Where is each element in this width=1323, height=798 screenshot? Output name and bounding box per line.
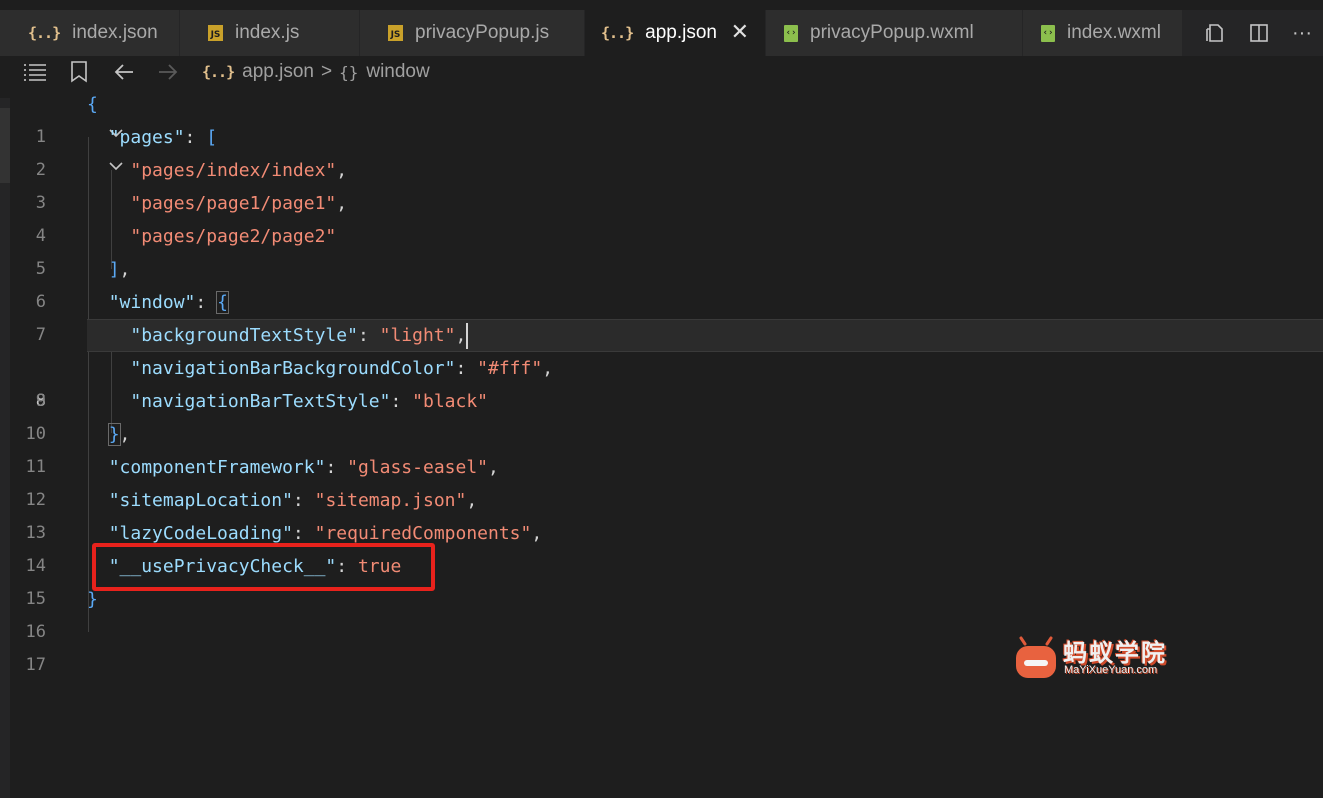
- annotation-highlight-box: [92, 543, 435, 591]
- tab-label: index.js: [235, 22, 300, 43]
- js-file-icon: JS: [208, 25, 223, 41]
- tab-label: app.json: [645, 22, 717, 43]
- code-line: 9 "navigationBarBackgroundColor": "#fff"…: [0, 352, 1323, 411]
- object-symbol-icon: {}: [339, 62, 359, 82]
- code-line: 3 "pages/index/index",: [0, 154, 1323, 213]
- js-file-icon: JS: [388, 25, 403, 41]
- more-actions-icon[interactable]: ···: [1292, 22, 1312, 45]
- code-line: 4 "pages/page1/page1",: [0, 187, 1323, 246]
- tab-label: privacyPopup.js: [415, 22, 550, 43]
- back-arrow-icon[interactable]: [113, 62, 135, 82]
- tab-label: index.json: [72, 22, 158, 43]
- tab-actions: ···: [1193, 10, 1323, 56]
- code-text: "componentFramework": "glass-easel",: [108, 457, 499, 478]
- code-text: {: [87, 94, 98, 115]
- line-number: 17: [25, 655, 46, 675]
- code-line: 10 "navigationBarTextStyle": "black": [0, 385, 1323, 444]
- tab-index-js[interactable]: JS index.js: [180, 10, 360, 56]
- code-line: 2 "pages": [: [0, 121, 1323, 180]
- close-tab-icon[interactable]: ✕: [731, 20, 749, 44]
- breadcrumb-separator: >: [320, 61, 333, 82]
- file-compare-icon[interactable]: [1204, 22, 1226, 44]
- watermark-title: 蚂蚁学院: [1063, 639, 1167, 667]
- code-editor[interactable]: 1 { 2 "pages": [ 3 "pages/index/index", …: [0, 88, 1323, 798]
- breadcrumb-bar: {..} app.json > {} window: [0, 56, 1323, 88]
- code-text: "window": {: [108, 291, 229, 314]
- text-cursor: [466, 323, 469, 349]
- wxml-file-icon: ‹›: [784, 24, 798, 42]
- code-text: ],: [108, 259, 131, 280]
- tab-label: privacyPopup.wxml: [810, 22, 974, 43]
- code-line-current: 8 "backgroundTextStyle": "light",: [0, 319, 1323, 411]
- tab-index-json[interactable]: {..} index.json: [0, 10, 180, 56]
- ant-logo-icon: [1016, 636, 1056, 678]
- code-text: "pages/page1/page1",: [130, 193, 348, 214]
- code-line: 5 "pages/page2/page2": [0, 220, 1323, 279]
- breadcrumb: {..} app.json > {} window: [202, 61, 430, 83]
- code-line: 1 {: [0, 88, 1323, 147]
- json-file-icon: {..}: [601, 24, 634, 42]
- code-line: 6 ],: [0, 253, 1323, 312]
- code-line: 7 "window": {: [0, 286, 1323, 345]
- list-icon[interactable]: [23, 62, 47, 82]
- tab-privacypopup-wxml[interactable]: ‹› privacyPopup.wxml: [766, 10, 1023, 56]
- code-line: 13 "sitemapLocation": "sitemap.json",: [0, 484, 1323, 543]
- code-text: "pages/index/index",: [130, 160, 348, 181]
- editor-tab-bar: {..} index.json JS index.js JS privacyPo…: [0, 10, 1323, 56]
- code-text: "navigationBarBackgroundColor": "#fff",: [130, 358, 554, 379]
- breadcrumb-file[interactable]: app.json: [242, 61, 314, 83]
- code-text: "navigationBarTextStyle": "black": [130, 391, 488, 412]
- code-text: },: [107, 423, 131, 446]
- code-text: "backgroundTextStyle": "light",: [87, 319, 469, 352]
- tab-label: index.wxml: [1067, 22, 1161, 43]
- forward-arrow-icon[interactable]: [157, 62, 179, 82]
- code-line: 12 "componentFramework": "glass-easel",: [0, 451, 1323, 510]
- watermark-subtitle: MaYiXueYuan.com: [1064, 664, 1158, 676]
- bookmark-icon[interactable]: [70, 61, 88, 83]
- tab-privacypopup-js[interactable]: JS privacyPopup.js: [360, 10, 585, 56]
- split-editor-icon[interactable]: [1248, 22, 1270, 44]
- watermark-logo: 蚂蚁学院 MaYiXueYuan.com: [1013, 633, 1188, 683]
- json-file-icon: {..}: [28, 24, 61, 42]
- json-file-icon: {..}: [202, 63, 235, 81]
- tab-index-wxml[interactable]: ‹› index.wxml: [1023, 10, 1183, 56]
- code-text: "sitemapLocation": "sitemap.json",: [108, 490, 478, 511]
- code-text: "pages/page2/page2": [130, 226, 337, 247]
- code-text: "pages": [: [108, 127, 218, 148]
- tab-app-json[interactable]: {..} app.json ✕: [585, 10, 766, 56]
- breadcrumb-section[interactable]: window: [366, 61, 429, 83]
- code-line: 11 },: [0, 418, 1323, 477]
- wxml-file-icon: ‹›: [1041, 24, 1055, 42]
